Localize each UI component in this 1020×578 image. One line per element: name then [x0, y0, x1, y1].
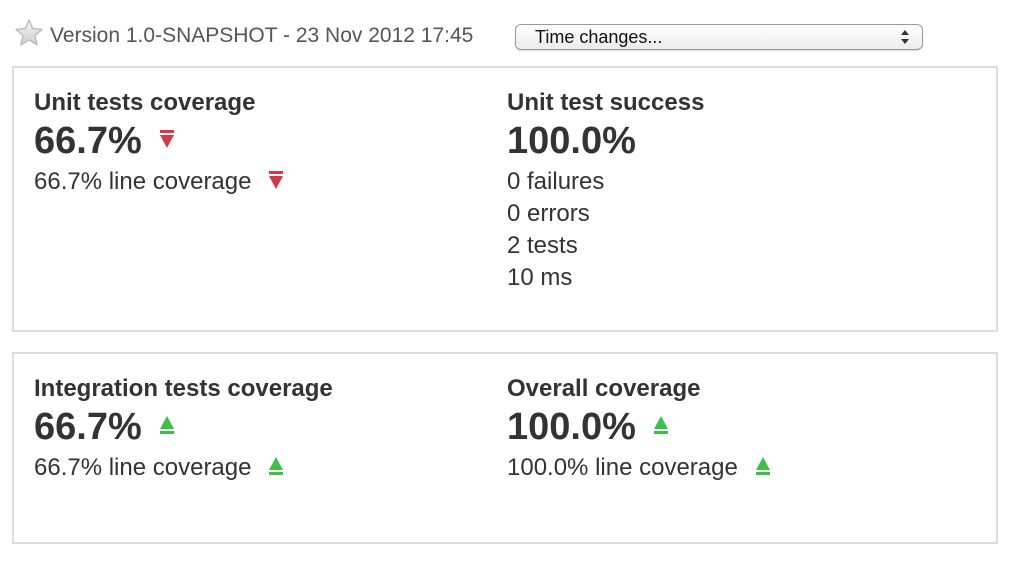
unit-tests-coverage-widget: Unit tests coverage 66.7% 66.7% line cov… [34, 88, 284, 198]
unit-tests-panel: Unit tests coverage 66.7% 66.7% line cov… [12, 66, 998, 332]
unit-test-success-value: 100.0% [507, 120, 636, 162]
unit-test-success-widget: Unit test success 100.0% 0 failures 0 er… [507, 88, 704, 294]
overall-coverage-value: 100.0% [507, 406, 636, 448]
trend-up-icon [653, 416, 668, 436]
dashboard-header: Version 1.0-SNAPSHOT - 23 Nov 2012 17:45… [14, 18, 1004, 54]
updown-arrows-icon [900, 28, 910, 46]
integration-tests-coverage-value: 66.7% [34, 406, 142, 448]
integration-tests-coverage-title: Integration tests coverage [34, 375, 333, 402]
star-icon[interactable] [14, 18, 44, 48]
overall-coverage-title: Overall coverage [507, 375, 701, 402]
time-changes-select-value: Time changes... [535, 27, 663, 47]
integration-tests-line-coverage: 66.7% line coverage [34, 454, 252, 481]
integration-tests-coverage-widget: Integration tests coverage 66.7% 66.7% l… [34, 374, 333, 484]
trend-down-icon [269, 171, 284, 191]
trend-up-icon [269, 457, 284, 477]
overall-line-coverage: 100.0% line coverage [507, 454, 738, 481]
trend-down-icon [159, 130, 174, 150]
overall-coverage-widget: Overall coverage 100.0% 100.0% line cove… [507, 374, 770, 484]
version-label: Version 1.0-SNAPSHOT - 23 Nov 2012 17:45 [50, 24, 474, 47]
errors-count: 0 errors [507, 200, 590, 227]
tests-count: 2 tests [507, 232, 578, 259]
unit-test-success-title: Unit test success [507, 89, 705, 116]
unit-tests-coverage-value: 66.7% [34, 120, 142, 162]
failures-count: 0 failures [507, 168, 605, 195]
trend-up-icon [755, 457, 770, 477]
test-duration: 10 ms [507, 264, 573, 291]
trend-up-icon [159, 416, 174, 436]
unit-tests-coverage-title: Unit tests coverage [34, 89, 256, 116]
coverage-panel: Integration tests coverage 66.7% 66.7% l… [12, 352, 998, 544]
time-changes-select[interactable]: Time changes... [515, 24, 923, 50]
unit-tests-line-coverage: 66.7% line coverage [34, 168, 252, 195]
